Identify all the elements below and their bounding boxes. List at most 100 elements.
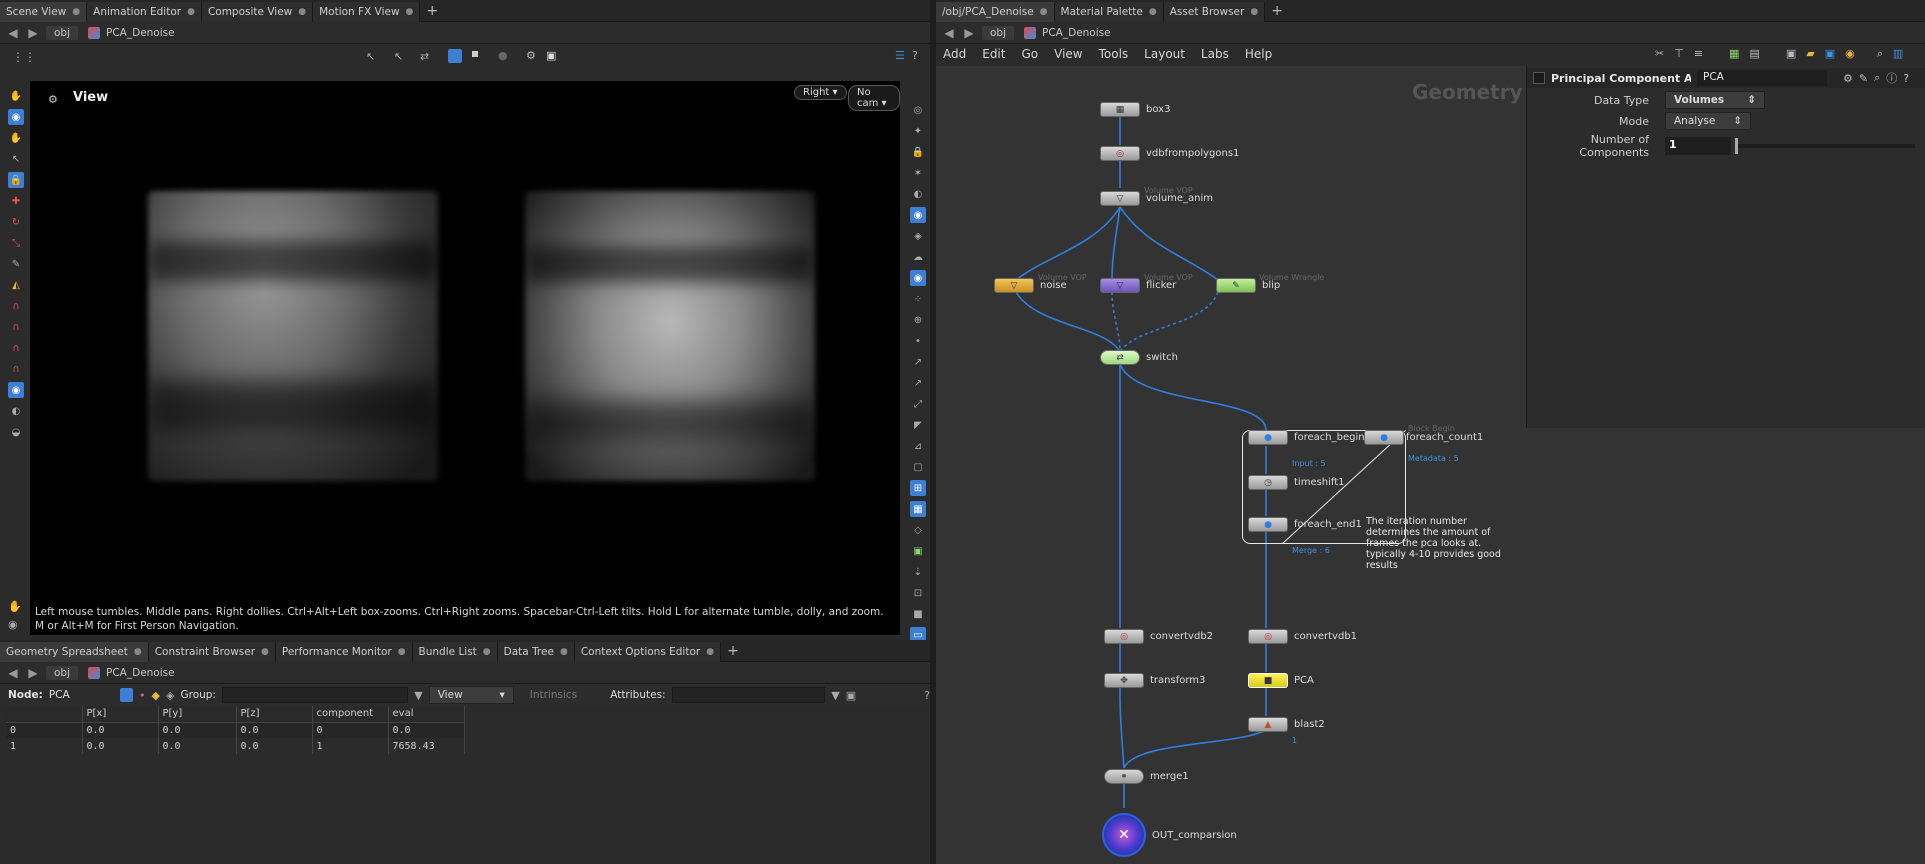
tab-bundle-list[interactable]: Bundle List ● xyxy=(412,641,498,662)
handle-tool-icon[interactable]: ✋ xyxy=(8,88,24,104)
tab-close-icon[interactable]: ● xyxy=(187,7,195,17)
tab-close-icon[interactable]: ● xyxy=(72,7,80,17)
add-tab-icon[interactable]: + xyxy=(1265,3,1289,19)
list-icon[interactable]: ≡ xyxy=(1694,47,1703,61)
path-network[interactable]: PCA_Denoise xyxy=(1020,26,1115,40)
info-icon[interactable]: ⓘ xyxy=(1886,70,1897,86)
edit-icon[interactable]: ✎ xyxy=(1859,72,1868,85)
sticky-note-icon[interactable]: ▰ xyxy=(1806,47,1814,61)
path-network[interactable]: PCA_Denoise xyxy=(84,666,179,680)
transform-icon[interactable]: ⇄ xyxy=(420,50,429,63)
display-mode-icon[interactable] xyxy=(448,49,462,63)
node-vdbfrompolygons1[interactable]: ◎ vdbfrompolygons1 xyxy=(1100,146,1239,161)
node-value[interactable]: PCA xyxy=(49,689,114,701)
wrench-icon[interactable]: ✂ xyxy=(1655,47,1664,61)
select-mode-icon[interactable]: ↖ xyxy=(394,50,403,63)
tab-close-icon[interactable]: ● xyxy=(398,647,406,657)
tree-icon[interactable]: ⊤ xyxy=(1674,47,1684,61)
viewport-3d[interactable]: ⚙ View Right ▾ No cam ▾ Left mouse tumbl… xyxy=(30,81,900,635)
node-pca[interactable]: ■ PCA xyxy=(1248,673,1314,688)
tab-close-icon[interactable]: ● xyxy=(261,647,269,657)
node-out-comparsion[interactable]: ✕ OUT_comparsion xyxy=(1102,813,1237,857)
node-merge1[interactable]: ⚭ merge1 xyxy=(1104,769,1189,784)
menu-add[interactable]: Add xyxy=(935,47,974,61)
tab-close-icon[interactable]: ● xyxy=(560,647,568,657)
select-tool-icon[interactable]: ↖ xyxy=(366,50,375,63)
path-network[interactable]: PCA_Denoise xyxy=(84,26,179,40)
column-header-component[interactable]: component xyxy=(312,706,389,723)
node-foreach-end1[interactable]: ● foreach_end1 xyxy=(1248,517,1362,532)
tab-geometry-spreadsheet[interactable]: Geometry Spreadsheet ● xyxy=(0,641,149,662)
detail-mode-icon[interactable]: ◈ xyxy=(166,689,174,702)
layout-icon[interactable]: ▣ xyxy=(1786,47,1796,61)
normals-icon[interactable]: ↗ xyxy=(910,354,926,370)
tab-constraint-browser[interactable]: Constraint Browser ● xyxy=(148,641,276,662)
color-icon[interactable]: ◉ xyxy=(1845,47,1855,61)
node-blast2[interactable]: ▲ blast2 xyxy=(1248,717,1325,732)
hand-icon[interactable]: ✋ xyxy=(8,600,22,613)
table-cell[interactable]: 1 xyxy=(312,738,389,754)
tab-close-icon[interactable]: ● xyxy=(1250,7,1258,17)
node-foreach-begin1[interactable]: ● foreach_begin1 xyxy=(1248,430,1371,445)
view-direction-dropdown[interactable]: Right ▾ xyxy=(794,85,847,100)
bounds-icon[interactable]: ▢ xyxy=(910,459,926,475)
forward-arrow-icon[interactable]: ▶ xyxy=(26,26,40,40)
rotate-icon[interactable]: ↻ xyxy=(8,214,24,230)
menu-view[interactable]: View xyxy=(1046,47,1090,61)
intrinsics-label[interactable]: Intrinsics xyxy=(520,689,604,701)
data-type-dropdown[interactable]: Volumes ⇕ xyxy=(1665,91,1765,109)
mode-dropdown[interactable]: Analyse ⇕ xyxy=(1665,112,1751,130)
shade-icon[interactable]: ◉ xyxy=(910,270,926,286)
point-display-icon[interactable]: ⁘ xyxy=(910,291,926,307)
snap-icon[interactable]: ⚙ xyxy=(526,49,536,62)
node-timeshift1[interactable]: ◷ timeshift1 xyxy=(1248,475,1345,490)
measure-icon[interactable]: ◭ xyxy=(8,277,24,293)
camera-toggle-icon[interactable]: ◈ xyxy=(910,228,926,244)
tab-close-icon[interactable]: ● xyxy=(406,7,414,17)
table-cell[interactable]: 0.0 xyxy=(236,738,313,754)
primitives-mode-icon[interactable]: ◆ xyxy=(152,689,160,702)
path-obj[interactable]: obj xyxy=(46,25,79,40)
uv-icon[interactable]: ⤢ xyxy=(910,396,926,412)
tab-animation-editor[interactable]: Animation Editor ● xyxy=(87,1,202,22)
column-header-pz[interactable]: P[z] xyxy=(236,706,313,723)
view-dropdown[interactable]: View ▾ xyxy=(428,686,514,704)
back-arrow-icon[interactable]: ◀ xyxy=(6,666,20,680)
grid-toggle-icon[interactable]: ⊞ xyxy=(910,480,926,496)
record-icon[interactable]: ● xyxy=(498,49,508,62)
light-icon[interactable]: ◐ xyxy=(8,403,24,419)
spreadsheet-options-icon[interactable]: ▣ xyxy=(846,689,856,702)
column-header-eval[interactable]: eval xyxy=(388,706,465,723)
filter-icon[interactable]: ▼ xyxy=(414,689,422,702)
slider-handle[interactable] xyxy=(1735,138,1738,154)
attributes-field[interactable] xyxy=(671,687,826,703)
tab-material-palette[interactable]: Material Palette ● xyxy=(1054,1,1164,22)
pose-tool-icon[interactable]: ✋ xyxy=(8,130,24,146)
menu-layout[interactable]: Layout xyxy=(1136,47,1193,61)
camera-icon[interactable]: ▣ xyxy=(546,49,556,62)
points-mode-icon[interactable] xyxy=(120,688,134,702)
tab-context-options-editor[interactable]: Context Options Editor ● xyxy=(574,641,722,662)
tab-close-icon[interactable]: ● xyxy=(298,7,306,17)
table-view-icon[interactable]: ▤ xyxy=(1749,47,1759,61)
texture-icon[interactable]: ▣ xyxy=(910,543,926,559)
forward-arrow-icon[interactable]: ▶ xyxy=(962,26,976,40)
help-icon[interactable]: ? xyxy=(912,49,918,62)
node-transform3[interactable]: ✥ transform3 xyxy=(1104,673,1205,688)
background-icon[interactable]: ▦ xyxy=(910,501,926,517)
help-icon[interactable]: ? xyxy=(1903,72,1909,85)
point-numbers-icon[interactable]: • xyxy=(910,333,926,349)
lock-icon[interactable]: 🔒 xyxy=(8,172,24,188)
edges-icon[interactable]: ⊿ xyxy=(910,438,926,454)
display-options-icon[interactable]: ☰ xyxy=(895,49,905,62)
move-icon[interactable]: ✚ xyxy=(8,193,24,209)
column-header-py[interactable]: P[y] xyxy=(158,706,237,723)
network-box-icon[interactable]: ▣ xyxy=(1825,47,1835,61)
menu-help[interactable]: Help xyxy=(1237,47,1280,61)
table-cell[interactable]: 0.0 xyxy=(158,722,237,738)
path-obj[interactable]: obj xyxy=(982,25,1015,40)
snap-point-icon[interactable]: ∩ xyxy=(8,340,24,356)
menu-tools[interactable]: Tools xyxy=(1091,47,1137,61)
vectors-icon[interactable]: ↗ xyxy=(910,375,926,391)
num-components-field[interactable]: 1 xyxy=(1665,137,1731,155)
